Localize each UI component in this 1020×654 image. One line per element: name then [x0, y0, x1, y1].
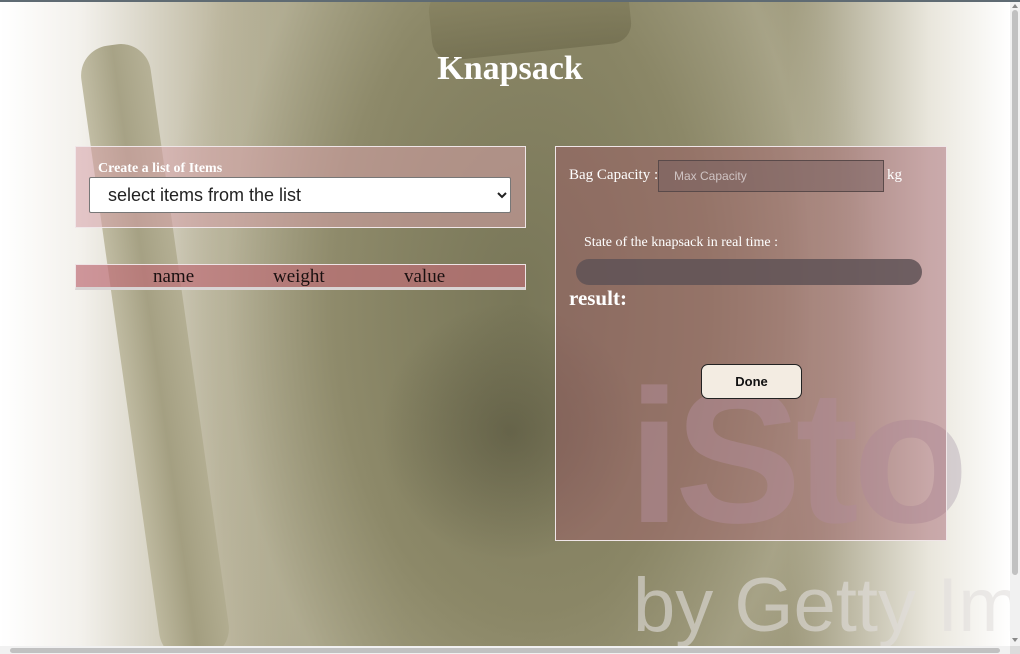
knapsack-state-label: State of the knapsack in real time : [584, 235, 778, 250]
page-title: Knapsack [437, 50, 583, 87]
done-button[interactable]: Done [701, 364, 802, 399]
items-select[interactable]: select items from the list [89, 177, 511, 213]
scroll-up-arrow-icon[interactable] [1012, 4, 1018, 8]
items-table-header: name weight value [75, 264, 526, 290]
watermark-credit: by Getty Im [633, 563, 1010, 646]
column-header-name: name [153, 266, 195, 287]
knapsack-state-progress [576, 259, 922, 285]
items-panel-legend: Create a list of Items [98, 161, 223, 176]
bag-capacity-label: Bag Capacity : [569, 167, 659, 183]
result-label: result: [569, 286, 627, 310]
bag-panel: Bag Capacity : kg State of the knapsack … [555, 146, 947, 541]
capacity-unit-label: kg [887, 167, 902, 183]
column-header-weight: weight [273, 266, 325, 287]
scrollbar-corner [1010, 646, 1020, 654]
vertical-scrollbar[interactable] [1010, 2, 1020, 646]
vertical-scroll-thumb[interactable] [1012, 10, 1018, 575]
bag-strap [77, 40, 233, 646]
scroll-down-arrow-icon[interactable] [1012, 638, 1018, 642]
horizontal-scroll-thumb[interactable] [10, 648, 1000, 653]
items-panel: Create a list of Items select items from… [75, 146, 526, 228]
column-header-value: value [404, 266, 446, 287]
bag-capacity-input[interactable] [658, 160, 884, 192]
horizontal-scrollbar[interactable] [0, 646, 1010, 654]
